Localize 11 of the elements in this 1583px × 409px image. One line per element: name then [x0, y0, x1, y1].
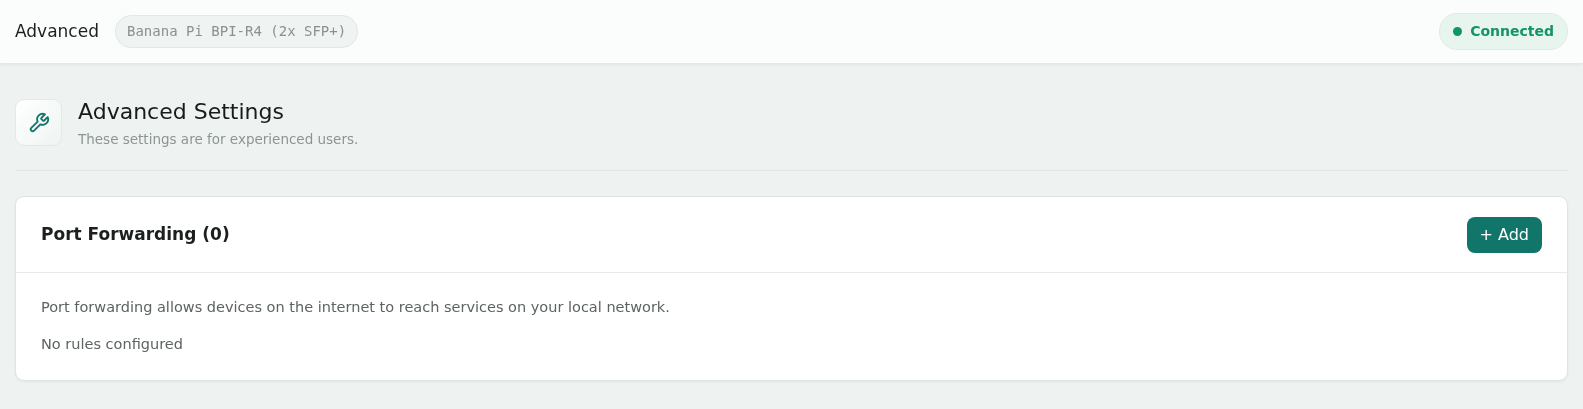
empty-state-text: No rules configured [41, 335, 184, 355]
status-label: Connected [1470, 22, 1554, 41]
wrench-icon [15, 99, 62, 146]
device-badge: Banana Pi BPI-R4 (2x SFP+) [115, 15, 359, 48]
page-title: Advanced [15, 19, 99, 43]
description-text: Port forwarding allows devices on the internet to reach services on your local network. [41, 297, 671, 317]
section-title: Advanced Settings [78, 99, 285, 126]
add-button[interactable]: + Add [1466, 216, 1542, 253]
section-subtitle: These settings are for experienced users. [78, 130, 359, 150]
status-dot-icon [1453, 27, 1463, 36]
card-title: Port Forwarding (0) [41, 222, 230, 246]
